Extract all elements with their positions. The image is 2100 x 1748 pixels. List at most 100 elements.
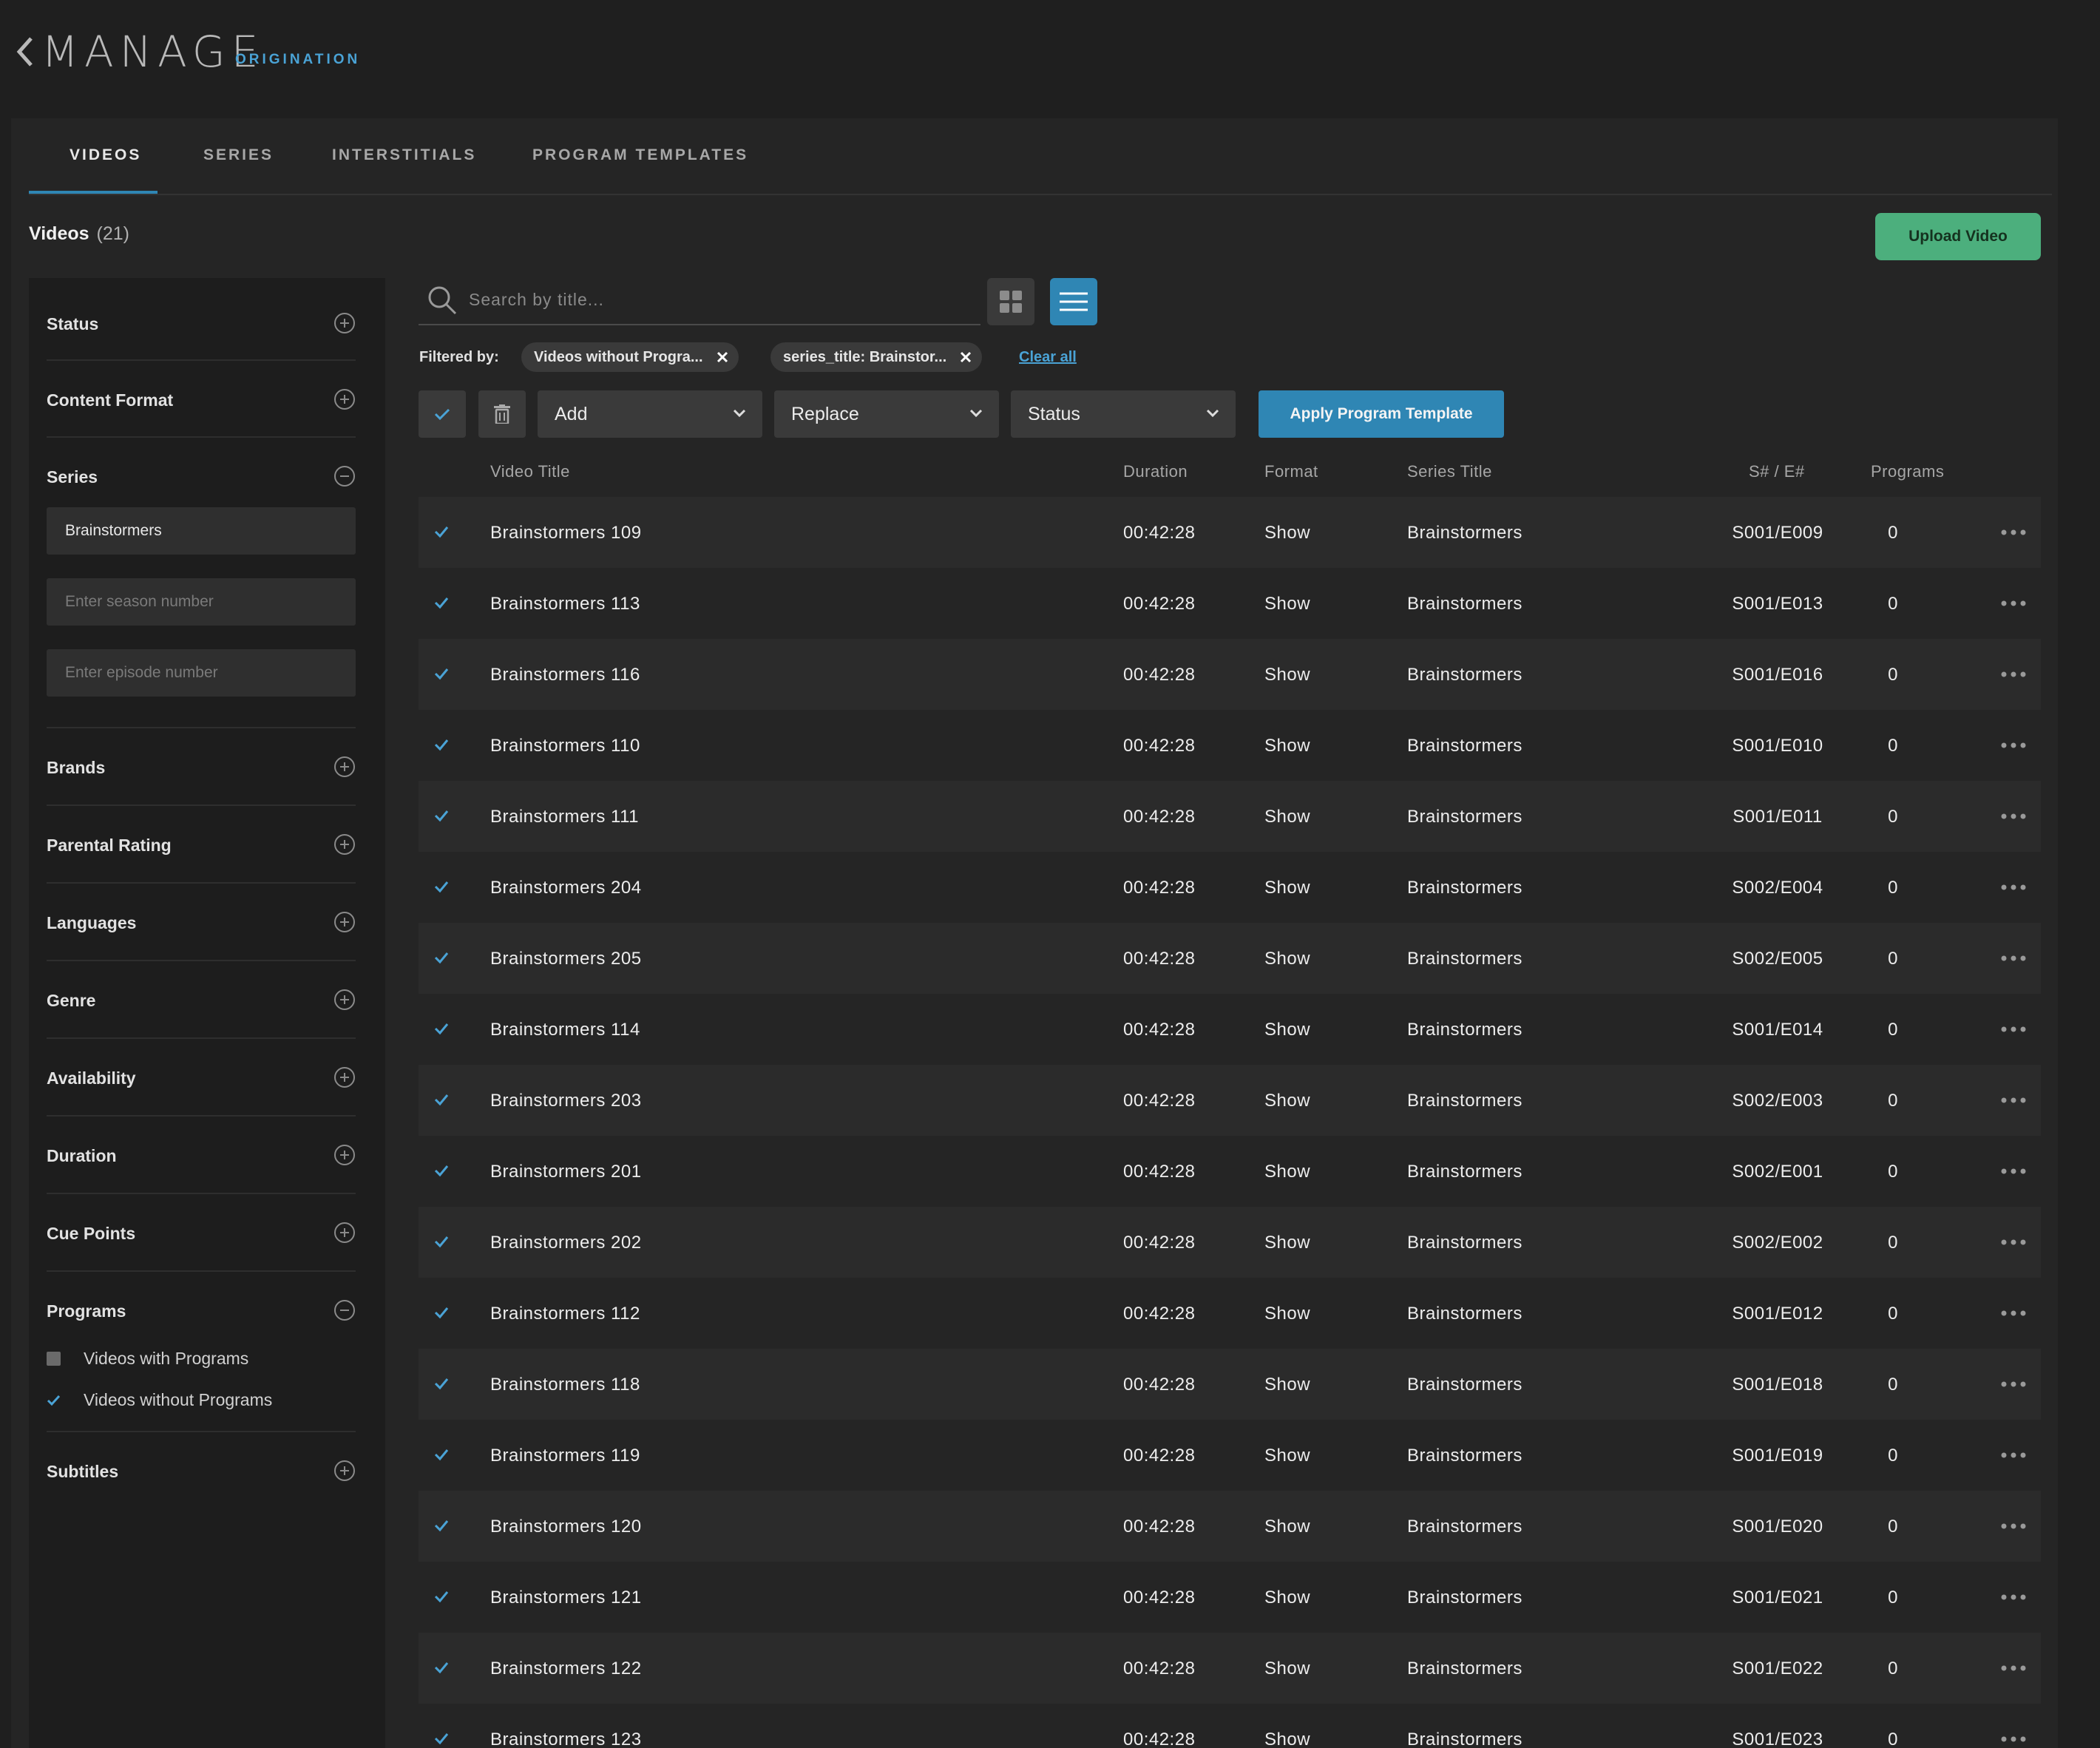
- video-title-cell[interactable]: Brainstormers 116: [490, 665, 640, 685]
- video-title-cell[interactable]: Brainstormers 204: [490, 878, 642, 898]
- video-title-cell[interactable]: Brainstormers 113: [490, 594, 640, 614]
- tab-program-templates[interactable]: PROGRAM TEMPLATES: [532, 146, 748, 164]
- expand-plus-icon[interactable]: [333, 1144, 356, 1166]
- expand-plus-icon[interactable]: [333, 1066, 356, 1088]
- episode-number-input[interactable]: [47, 649, 356, 697]
- checkmark-icon[interactable]: [433, 1304, 450, 1321]
- checkmark-icon[interactable]: [433, 1588, 450, 1605]
- column-header-season-episode[interactable]: S# / E#: [1749, 462, 1805, 481]
- more-options-icon[interactable]: [2000, 807, 2027, 825]
- table-row[interactable]: Brainstormers 109 00:42:28 Show Brainstorme…: [419, 497, 2041, 568]
- expand-plus-icon[interactable]: [333, 756, 356, 778]
- filter-chip[interactable]: Videos without Progra...: [521, 342, 739, 372]
- more-options-icon[interactable]: [2000, 1375, 2027, 1393]
- more-options-icon[interactable]: [2000, 665, 2027, 683]
- grid-view-button[interactable]: [987, 278, 1034, 325]
- delete-button[interactable]: [478, 390, 526, 438]
- video-title-cell[interactable]: Brainstormers 112: [490, 1304, 640, 1324]
- expand-plus-icon[interactable]: [333, 989, 356, 1011]
- more-options-icon[interactable]: [2000, 524, 2027, 541]
- checkbox-empty-icon[interactable]: [47, 1352, 61, 1366]
- more-options-icon[interactable]: [2000, 1517, 2027, 1535]
- tab-interstitials[interactable]: INTERSTITIALS: [332, 146, 476, 164]
- table-row[interactable]: Brainstormers 112 00:42:28 Show Brainstorme…: [419, 1278, 2041, 1349]
- table-row[interactable]: Brainstormers 203 00:42:28 Show Brainstorme…: [419, 1065, 2041, 1136]
- filter-chip[interactable]: series_title: Brainstor...: [770, 342, 983, 372]
- expand-plus-icon[interactable]: [333, 833, 356, 856]
- checkmark-icon[interactable]: [433, 594, 450, 611]
- table-row[interactable]: Brainstormers 110 00:42:28 Show Brainstorme…: [419, 710, 2041, 781]
- video-title-cell[interactable]: Brainstormers 119: [490, 1446, 640, 1466]
- collapse-minus-icon[interactable]: [333, 465, 356, 487]
- expand-plus-icon[interactable]: [333, 388, 356, 410]
- table-row[interactable]: Brainstormers 123 00:42:28 Show Brainstorme…: [419, 1704, 2041, 1748]
- checkmark-icon[interactable]: [433, 1091, 450, 1108]
- video-title-cell[interactable]: Brainstormers 205: [490, 949, 642, 969]
- checkmark-icon[interactable]: [433, 878, 450, 895]
- table-row[interactable]: Brainstormers 120 00:42:28 Show Brainstorme…: [419, 1491, 2041, 1562]
- expand-plus-icon[interactable]: [333, 1460, 356, 1482]
- checkmark-icon[interactable]: [433, 1446, 450, 1463]
- more-options-icon[interactable]: [2000, 594, 2027, 612]
- back-chevron-icon[interactable]: [15, 35, 37, 68]
- video-title-cell[interactable]: Brainstormers 114: [490, 1020, 640, 1040]
- more-options-icon[interactable]: [2000, 1730, 2027, 1748]
- select-all-button[interactable]: [419, 390, 466, 438]
- video-title-cell[interactable]: Brainstormers 111: [490, 807, 639, 827]
- expand-plus-icon[interactable]: [333, 911, 356, 933]
- table-row[interactable]: Brainstormers 204 00:42:28 Show Brainstorme…: [419, 852, 2041, 923]
- collapse-minus-icon[interactable]: [333, 1299, 356, 1321]
- column-header-programs[interactable]: Programs: [1871, 462, 1944, 481]
- more-options-icon[interactable]: [2000, 1659, 2027, 1677]
- checkmark-icon[interactable]: [47, 1393, 61, 1407]
- more-options-icon[interactable]: [2000, 1020, 2027, 1038]
- checkmark-icon[interactable]: [433, 1517, 450, 1534]
- remove-chip-icon[interactable]: [717, 351, 728, 363]
- table-row[interactable]: Brainstormers 201 00:42:28 Show Brainstorme…: [419, 1136, 2041, 1207]
- table-row[interactable]: Brainstormers 111 00:42:28 Show Brainstorme…: [419, 781, 2041, 852]
- series-title-input[interactable]: [47, 507, 356, 555]
- more-options-icon[interactable]: [2000, 949, 2027, 967]
- more-options-icon[interactable]: [2000, 1588, 2027, 1606]
- checkmark-icon[interactable]: [433, 1659, 450, 1676]
- more-options-icon[interactable]: [2000, 1304, 2027, 1322]
- more-options-icon[interactable]: [2000, 1091, 2027, 1109]
- column-header-format[interactable]: Format: [1264, 462, 1318, 481]
- more-options-icon[interactable]: [2000, 1446, 2027, 1464]
- video-title-cell[interactable]: Brainstormers 118: [490, 1375, 640, 1395]
- status-dropdown[interactable]: Status: [1011, 390, 1236, 438]
- column-header-series[interactable]: Series Title: [1407, 462, 1492, 481]
- checkmark-icon[interactable]: [433, 736, 450, 753]
- table-row[interactable]: Brainstormers 202 00:42:28 Show Brainstorme…: [419, 1207, 2041, 1278]
- table-row[interactable]: Brainstormers 205 00:42:28 Show Brainstorme…: [419, 923, 2041, 994]
- checkmark-icon[interactable]: [433, 807, 450, 824]
- apply-program-template-button[interactable]: Apply Program Template: [1259, 390, 1504, 438]
- column-header-duration[interactable]: Duration: [1123, 462, 1188, 481]
- checkmark-icon[interactable]: [433, 1020, 450, 1037]
- table-row[interactable]: Brainstormers 121 00:42:28 Show Brainstorme…: [419, 1562, 2041, 1633]
- video-title-cell[interactable]: Brainstormers 121: [490, 1588, 642, 1608]
- checkmark-icon[interactable]: [433, 1162, 450, 1179]
- table-row[interactable]: Brainstormers 119 00:42:28 Show Brainstorme…: [419, 1420, 2041, 1491]
- add-dropdown[interactable]: Add: [538, 390, 762, 438]
- remove-chip-icon[interactable]: [960, 351, 972, 363]
- checkmark-icon[interactable]: [433, 1375, 450, 1392]
- video-title-cell[interactable]: Brainstormers 203: [490, 1091, 642, 1111]
- search-input[interactable]: [469, 281, 972, 318]
- video-title-cell[interactable]: Brainstormers 122: [490, 1659, 642, 1679]
- tab-series[interactable]: SERIES: [203, 146, 274, 164]
- checkmark-icon[interactable]: [433, 1233, 450, 1250]
- checkmark-icon[interactable]: [433, 949, 450, 966]
- checkmark-icon[interactable]: [433, 1730, 450, 1747]
- more-options-icon[interactable]: [2000, 1162, 2027, 1180]
- table-row[interactable]: Brainstormers 122 00:42:28 Show Brainstorme…: [419, 1633, 2041, 1704]
- video-title-cell[interactable]: Brainstormers 202: [490, 1233, 642, 1253]
- table-row[interactable]: Brainstormers 116 00:42:28 Show Brainstorme…: [419, 639, 2041, 710]
- more-options-icon[interactable]: [2000, 1233, 2027, 1251]
- more-options-icon[interactable]: [2000, 736, 2027, 754]
- checkmark-icon[interactable]: [433, 665, 450, 682]
- video-title-cell[interactable]: Brainstormers 109: [490, 523, 642, 543]
- table-row[interactable]: Brainstormers 118 00:42:28 Show Brainstorme…: [419, 1349, 2041, 1420]
- video-title-cell[interactable]: Brainstormers 201: [490, 1162, 642, 1182]
- checkmark-icon[interactable]: [433, 524, 450, 540]
